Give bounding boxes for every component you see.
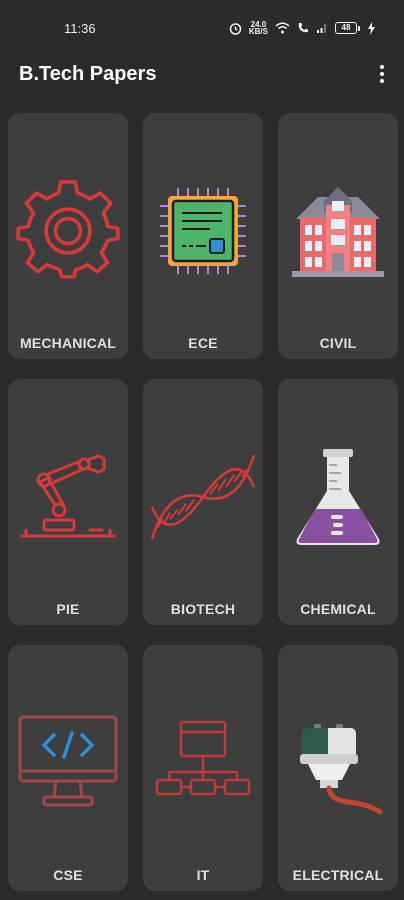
overflow-dot (380, 65, 384, 69)
status-time: 11:36 (64, 20, 96, 36)
network-speed: 24.0 KB/S (248, 21, 268, 36)
branch-grid: MECHANICAL ECE CIVIL PIE BIOTECH CHEMICA… (8, 113, 398, 891)
building-icon (278, 173, 398, 289)
branch-card-chemical[interactable]: CHEMICAL (278, 379, 398, 625)
wifi-icon (275, 22, 290, 34)
branch-label: IT (196, 867, 210, 883)
branch-label: PIE (56, 601, 80, 617)
app-title: B.Tech Papers (19, 62, 157, 85)
net-speed-unit: KB/S (248, 27, 268, 36)
branch-label: ECE (188, 335, 218, 351)
battery-level: 48 (335, 22, 357, 34)
overflow-dot (380, 79, 384, 83)
volte-call-icon (298, 23, 308, 33)
branch-label: ELECTRICAL (292, 867, 384, 883)
robotic-arm-icon (8, 439, 128, 555)
overflow-menu-button[interactable] (374, 60, 390, 88)
status-icons: 24.0 KB/S 48 (229, 21, 376, 36)
branch-label: CIVIL (319, 335, 357, 351)
branch-label: BIOTECH (170, 601, 236, 617)
branch-card-electrical[interactable]: ELECTRICAL (278, 645, 398, 891)
microchip-icon (143, 173, 263, 289)
branch-label: CHEMICAL (300, 601, 376, 617)
status-bar: 11:36 24.0 KB/S 48 (0, 0, 404, 56)
branch-card-biotech[interactable]: BIOTECH (143, 379, 263, 625)
monitor-code-icon (8, 705, 128, 821)
app-bar: B.Tech Papers (0, 56, 404, 92)
branch-card-pie[interactable]: PIE (8, 379, 128, 625)
branch-card-mechanical[interactable]: MECHANICAL (8, 113, 128, 359)
power-plug-icon (278, 705, 398, 821)
branch-card-cse[interactable]: CSE (8, 645, 128, 891)
signal-icon (317, 24, 326, 33)
dna-icon (143, 439, 263, 555)
branch-card-it[interactable]: IT (143, 645, 263, 891)
flask-icon (278, 439, 398, 555)
overflow-dot (380, 72, 384, 76)
gear-icon (8, 173, 128, 289)
charging-bolt-icon (368, 21, 375, 35)
battery-indicator: 48 (335, 22, 360, 34)
alarm-icon (229, 22, 242, 35)
branch-card-civil[interactable]: CIVIL (278, 113, 398, 359)
branch-card-ece[interactable]: ECE (143, 113, 263, 359)
battery-tip (358, 25, 360, 31)
branch-label: MECHANICAL (19, 335, 117, 351)
network-icon (143, 705, 263, 821)
branch-label: CSE (53, 867, 83, 883)
